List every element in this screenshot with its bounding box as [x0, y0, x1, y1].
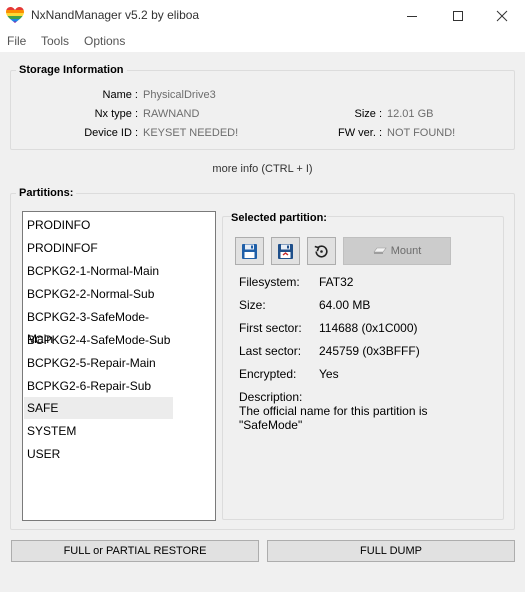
- list-item[interactable]: BCPKG2-5-Repair-Main: [24, 352, 173, 374]
- list-item[interactable]: USER: [24, 443, 173, 465]
- nxtype-label: Nx type :: [94, 108, 138, 120]
- mount-button[interactable]: Mount: [343, 237, 451, 265]
- full-dump-button[interactable]: FULL DUMP: [267, 540, 515, 562]
- partition-size-label: Size:: [239, 298, 266, 312]
- mount-label: Mount: [390, 245, 422, 257]
- last-sector-value: 245759 (0x3BFFF): [319, 344, 420, 358]
- size-label: Size :: [354, 108, 382, 120]
- menu-bar: File Tools Options: [0, 31, 525, 52]
- close-icon: [496, 10, 508, 21]
- list-item[interactable]: BCPKG2-4-SafeMode-Sub: [24, 329, 173, 351]
- nxtype-value: RAWNAND: [143, 108, 200, 120]
- storage-info-title: Storage Information: [16, 64, 127, 76]
- drive-icon: [373, 247, 387, 254]
- partitions-title: Partitions:: [16, 187, 77, 199]
- fwver-label: FW ver. :: [338, 127, 382, 139]
- list-item[interactable]: PRODINFO: [24, 214, 173, 236]
- deviceid-value: KEYSET NEEDED!: [143, 127, 239, 139]
- list-item-selected[interactable]: SAFE: [24, 397, 173, 419]
- size-value: 12.01 GB: [387, 108, 434, 120]
- list-item[interactable]: PRODINFOF: [24, 237, 173, 259]
- name-label: Name :: [102, 89, 138, 101]
- first-sector-value: 114688 (0x1C000): [319, 321, 418, 335]
- list-item[interactable]: BCPKG2-6-Repair-Sub: [24, 375, 173, 397]
- dump-partition-button[interactable]: [235, 237, 264, 265]
- menu-options[interactable]: Options: [84, 34, 125, 48]
- name-value: PhysicalDrive3: [143, 89, 216, 101]
- list-item[interactable]: BCPKG2-2-Normal-Sub: [24, 283, 173, 305]
- maximize-icon: [453, 10, 463, 21]
- floppy-restore-icon: [278, 243, 293, 259]
- filesystem-label: Filesystem:: [239, 275, 300, 289]
- list-item[interactable]: SYSTEM: [24, 420, 173, 442]
- partition-list[interactable]: PRODINFO PRODINFOF BCPKG2-1-Normal-Main …: [22, 211, 216, 521]
- list-item[interactable]: BCPKG2-3-SafeMode-Main: [24, 306, 173, 346]
- menu-file[interactable]: File: [7, 34, 26, 48]
- filesystem-value: FAT32: [319, 275, 354, 289]
- partition-size-value: 64.00 MB: [319, 298, 371, 312]
- close-button[interactable]: [479, 0, 525, 31]
- first-sector-label: First sector:: [239, 321, 302, 335]
- window-title: NxNandManager v5.2 by eliboa: [31, 8, 200, 22]
- encrypted-value: Yes: [319, 367, 339, 381]
- last-sector-label: Last sector:: [239, 344, 302, 358]
- minimize-icon: [407, 15, 417, 17]
- menu-tools[interactable]: Tools: [41, 34, 69, 48]
- fwver-value: NOT FOUND!: [387, 127, 456, 139]
- more-info-link[interactable]: more info (CTRL + I): [0, 163, 525, 175]
- encrypted-label: Encrypted:: [239, 367, 297, 381]
- restore-partition-button[interactable]: [271, 237, 300, 265]
- selected-partition-title: Selected partition:: [231, 212, 327, 224]
- floppy-icon: [242, 243, 257, 259]
- description-value: The official name for this partition is …: [239, 404, 428, 432]
- title-bar[interactable]: NxNandManager v5.2 by eliboa: [0, 0, 525, 31]
- history-icon: [314, 244, 328, 258]
- list-item[interactable]: BCPKG2-1-Normal-Main: [24, 260, 173, 282]
- maximize-button[interactable]: [435, 0, 481, 31]
- full-partial-restore-button[interactable]: FULL or PARTIAL RESTORE: [11, 540, 259, 562]
- rainbow-heart-icon: [6, 7, 24, 24]
- minimize-button[interactable]: [389, 0, 435, 31]
- deviceid-label: Device ID :: [84, 127, 138, 139]
- description-label: Description:: [239, 390, 303, 404]
- history-button[interactable]: [307, 237, 336, 265]
